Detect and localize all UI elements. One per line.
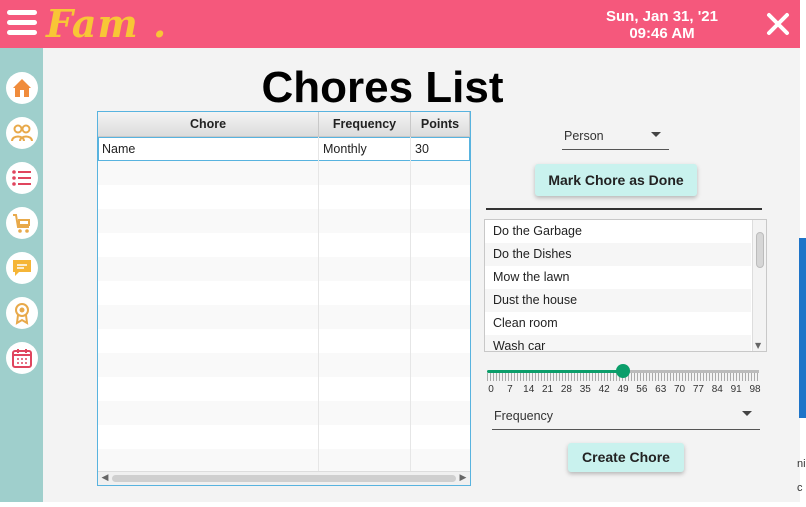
sidebar-nav bbox=[0, 48, 43, 502]
background-text: ni bbox=[797, 458, 806, 470]
slider-tick-label: 42 bbox=[598, 384, 610, 395]
chevron-down-icon bbox=[742, 411, 752, 416]
calendar-icon[interactable] bbox=[6, 342, 38, 374]
chores-list[interactable]: Do the Garbage Do the Dishes Mow the law… bbox=[484, 219, 767, 352]
empty-table-row bbox=[98, 281, 470, 305]
date-time-display: Sun, Jan 31, '21 09:46 AM bbox=[592, 8, 732, 42]
points-slider[interactable]: 0 7 14 21 28 35 42 49 56 63 70 77 84 91 98 bbox=[484, 362, 768, 396]
vertical-scrollbar[interactable]: ▼ bbox=[752, 220, 766, 351]
slider-tick-label: 28 bbox=[560, 384, 572, 395]
empty-table-row bbox=[98, 185, 470, 209]
scroll-left-icon[interactable]: ◀ bbox=[99, 472, 111, 485]
empty-table-row bbox=[98, 161, 470, 185]
column-header-chore[interactable]: Chore bbox=[98, 112, 319, 137]
chevron-down-icon bbox=[651, 132, 661, 137]
slider-tick-label: 7 bbox=[507, 384, 513, 395]
chevron-down-icon[interactable]: ▼ bbox=[755, 341, 761, 350]
table-body: Name Monthly 30 bbox=[98, 137, 470, 473]
list-item[interactable]: Wash car bbox=[485, 335, 751, 351]
slider-tick-label: 14 bbox=[523, 384, 535, 395]
column-divider bbox=[410, 137, 411, 471]
family-icon[interactable] bbox=[6, 117, 38, 149]
mark-chore-done-button[interactable]: Mark Chore as Done bbox=[535, 164, 697, 196]
empty-table-row bbox=[98, 233, 470, 257]
cell-chore: Name bbox=[102, 142, 136, 156]
slider-tick-label: 63 bbox=[655, 384, 667, 395]
scroll-right-icon[interactable]: ▶ bbox=[457, 472, 469, 485]
slider-tick-label: 49 bbox=[617, 384, 629, 395]
cell-frequency: Monthly bbox=[323, 142, 367, 156]
frequency-select[interactable]: Frequency bbox=[492, 405, 760, 430]
create-chore-button[interactable]: Create Chore bbox=[568, 443, 684, 472]
table-row[interactable]: Name Monthly 30 bbox=[98, 137, 470, 161]
divider bbox=[486, 208, 762, 210]
app-logo: Fam . bbox=[46, 1, 168, 46]
empty-table-row bbox=[98, 425, 470, 449]
time-text: 09:46 AM bbox=[629, 25, 695, 42]
empty-table-row bbox=[98, 329, 470, 353]
slider-tick-label: 91 bbox=[730, 384, 742, 395]
slider-tick-label: 70 bbox=[674, 384, 686, 395]
horizontal-scrollbar[interactable]: ◀ ▶ bbox=[98, 471, 470, 485]
person-select[interactable]: Person bbox=[562, 126, 669, 150]
award-icon[interactable] bbox=[6, 297, 38, 329]
chat-icon[interactable] bbox=[6, 252, 38, 284]
empty-table-row bbox=[98, 257, 470, 281]
empty-table-row bbox=[98, 449, 470, 473]
list-item[interactable]: Do the Dishes bbox=[485, 243, 751, 266]
empty-table-row bbox=[98, 377, 470, 401]
slider-tick-label: 98 bbox=[749, 384, 761, 395]
empty-table-row bbox=[98, 353, 470, 377]
hamburger-menu-icon[interactable] bbox=[7, 10, 37, 38]
empty-table-row bbox=[98, 401, 470, 425]
table-header: Chore Frequency Points bbox=[98, 112, 470, 137]
column-header-points[interactable]: Points bbox=[411, 112, 470, 137]
person-select-value: Person bbox=[564, 129, 604, 143]
list-item[interactable]: Mow the lawn bbox=[485, 266, 751, 289]
scrollbar-thumb[interactable] bbox=[756, 232, 764, 268]
slider-tick-label: 21 bbox=[542, 384, 554, 395]
column-header-frequency[interactable]: Frequency bbox=[319, 112, 411, 137]
list-item[interactable]: Dust the house bbox=[485, 289, 751, 312]
chores-table[interactable]: Chore Frequency Points Name Monthly 30 ◀… bbox=[97, 111, 471, 486]
chores-window: Fam . Sun, Jan 31, '21 09:46 AM Chores L… bbox=[0, 0, 806, 507]
slider-tick-label: 35 bbox=[579, 384, 591, 395]
date-text: Sun, Jan 31, '21 bbox=[606, 8, 718, 25]
background-window-fragment bbox=[799, 238, 806, 418]
slider-tick-label: 0 bbox=[488, 384, 494, 395]
empty-table-row bbox=[98, 209, 470, 233]
list-item[interactable]: Clean room bbox=[485, 312, 751, 335]
column-divider bbox=[318, 137, 319, 471]
slider-thumb[interactable] bbox=[616, 364, 630, 378]
frequency-select-value: Frequency bbox=[494, 409, 554, 423]
header-bar: Fam . Sun, Jan 31, '21 09:46 AM bbox=[0, 0, 800, 48]
scrollbar-thumb[interactable] bbox=[112, 475, 456, 482]
empty-table-row bbox=[98, 305, 470, 329]
cell-points: 30 bbox=[415, 142, 429, 156]
slider-tick-label: 56 bbox=[636, 384, 648, 395]
slider-tick-label: 77 bbox=[692, 384, 704, 395]
background-text: c bbox=[797, 482, 803, 494]
close-icon[interactable] bbox=[766, 12, 790, 36]
slider-tick-label: 84 bbox=[711, 384, 723, 395]
page-title: Chores List bbox=[261, 63, 504, 112]
shopping-cart-icon[interactable] bbox=[6, 207, 38, 239]
checklist-icon[interactable] bbox=[6, 162, 38, 194]
list-item[interactable]: Do the Garbage bbox=[485, 220, 751, 243]
